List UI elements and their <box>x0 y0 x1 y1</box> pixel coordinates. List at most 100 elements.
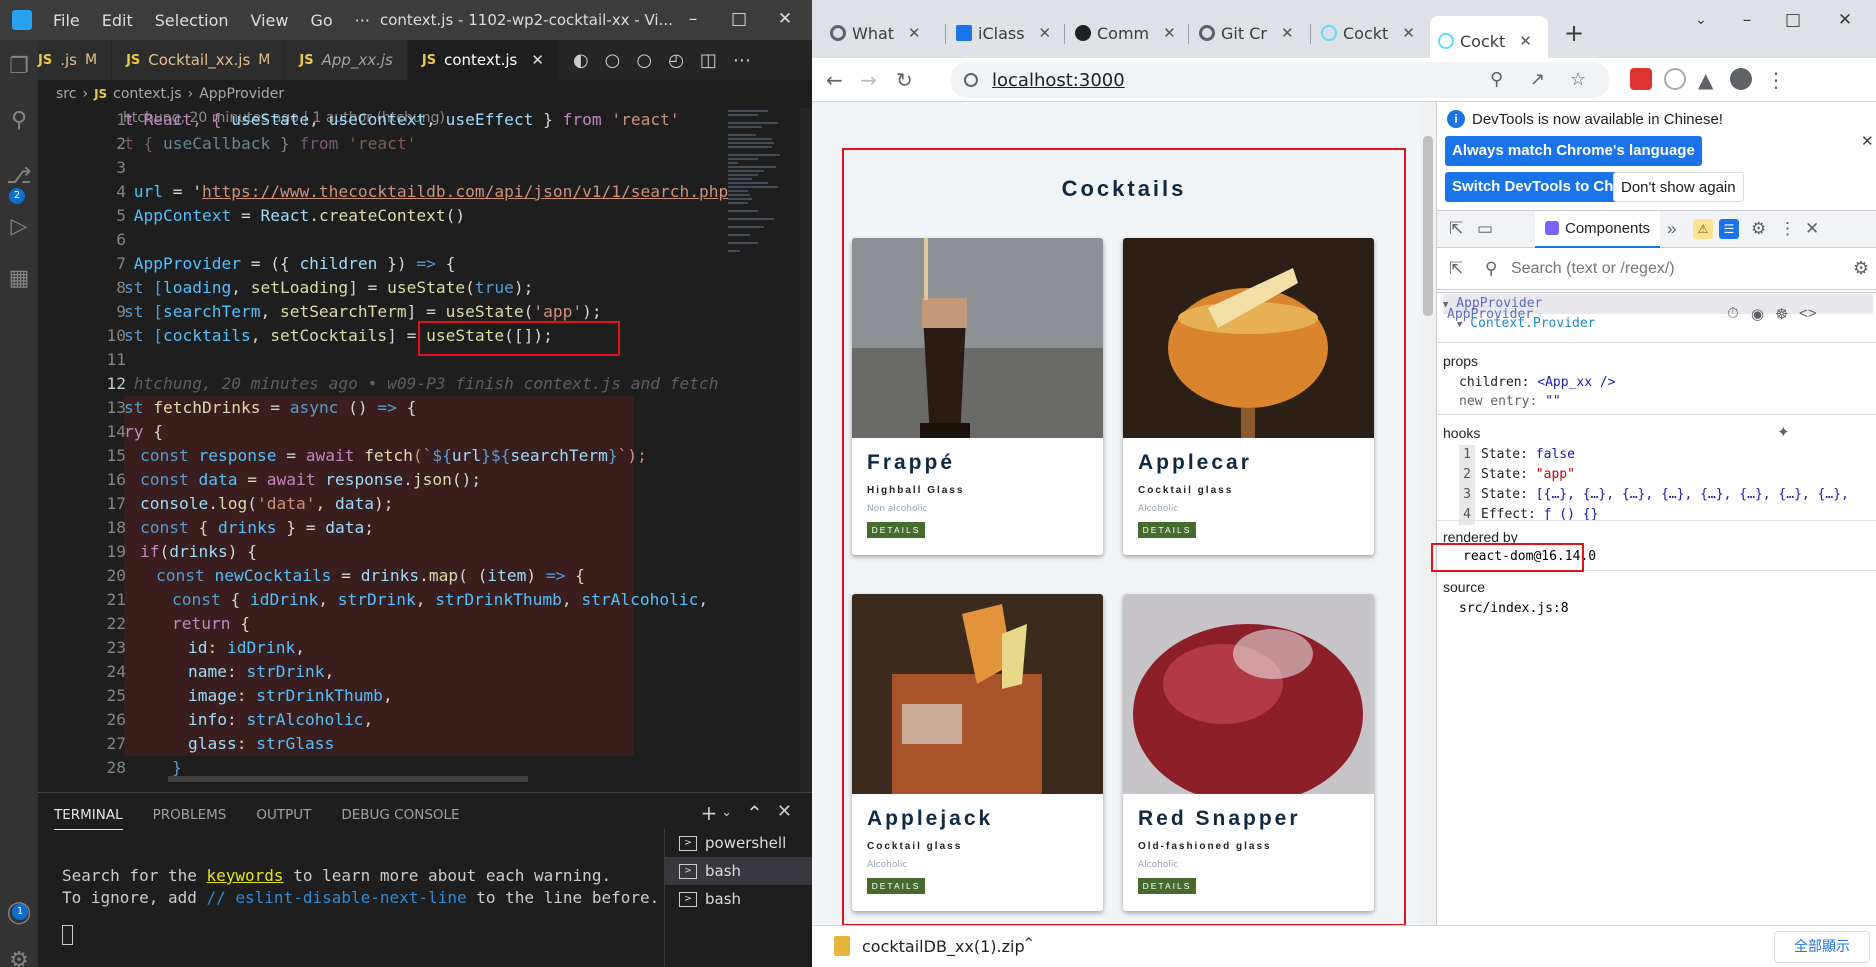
chrome-tab[interactable]: Cockt ✕ <box>1313 16 1415 50</box>
tab-close-icon[interactable]: ✕ <box>908 24 921 42</box>
code-editor[interactable]: 1 2 3 4 5 6 7 8 9 10 11 12 13 14 15 16 1… <box>38 110 728 792</box>
chrome-menu-icon[interactable]: ⋮ <box>1766 68 1786 92</box>
parse-hooks-wand-icon[interactable]: ✦ <box>1777 423 1790 441</box>
forward-icon[interactable]: → <box>860 68 877 92</box>
devtools-menu-icon[interactable]: ⋮ <box>1779 219 1796 239</box>
chevron-up-icon[interactable]: ⌃ <box>1022 934 1035 953</box>
match-language-button[interactable]: Always match Chrome's language <box>1445 136 1702 166</box>
tab-cocktail[interactable]: JS Cocktail_xx.js M <box>112 40 286 80</box>
source-value[interactable]: src/index.js:8 <box>1459 601 1569 616</box>
explorer-icon[interactable]: ❐ <box>0 48 38 86</box>
tab-close-icon[interactable]: ✕ <box>531 51 544 69</box>
search-icon[interactable]: ⚲ <box>0 102 38 140</box>
tab-components[interactable]: Components <box>1535 211 1661 248</box>
new-tab-button[interactable]: + <box>1564 16 1584 50</box>
menu-go[interactable]: Go <box>299 11 343 30</box>
new-prop-entry[interactable]: new entry: "" <box>1459 394 1561 409</box>
minimize-icon[interactable]: – <box>1724 0 1770 40</box>
tab-close-icon[interactable]: ✕ <box>1163 24 1176 42</box>
zoom-icon[interactable]: ⚲ <box>1490 69 1503 90</box>
download-filename[interactable]: cocktailDB_xx(1).zip <box>862 937 1025 956</box>
tab-context[interactable]: JS context.js ✕ <box>407 40 559 80</box>
breadcrumb-file[interactable]: context.js <box>113 86 181 102</box>
select-element-icon[interactable]: ⇱ <box>1449 259 1463 279</box>
bookmark-star-icon[interactable]: ☆ <box>1570 69 1586 90</box>
show-all-button[interactable]: 全部顯示 <box>1774 931 1870 963</box>
reload-icon[interactable]: ↻ <box>896 68 913 92</box>
chrome-tab[interactable]: iClass ✕ <box>948 16 1051 50</box>
tab-output[interactable]: OUTPUT <box>256 807 311 830</box>
component-search-input[interactable] <box>1511 256 1841 282</box>
details-button[interactable]: DETAILS <box>1138 522 1196 538</box>
details-button[interactable]: DETAILS <box>867 878 925 894</box>
tab-close-icon[interactable]: ✕ <box>1039 24 1052 42</box>
extension-icon[interactable] <box>1664 68 1686 90</box>
run-debug-icon[interactable]: ▷ <box>0 208 38 246</box>
menu-edit[interactable]: Edit <box>91 11 144 30</box>
tab-close-icon[interactable]: ✕ <box>1402 24 1415 42</box>
hook-row[interactable]: 2 State: "app" <box>1459 465 1575 485</box>
profile-avatar[interactable] <box>1730 68 1752 90</box>
manage-gear-icon[interactable]: ⚙ <box>0 942 38 967</box>
log-bug-icon[interactable]: ☸ <box>1775 305 1788 323</box>
minimize-icon[interactable]: – <box>670 0 716 40</box>
back-icon[interactable]: ← <box>826 68 843 92</box>
settings-gear-icon[interactable]: ⚙ <box>1751 219 1766 239</box>
scrollbar-thumb[interactable] <box>1423 136 1433 316</box>
menu-file[interactable]: File <box>42 11 91 30</box>
more-actions-icon[interactable]: ⋯ <box>733 50 751 71</box>
chrome-tab[interactable]: Git Cr ✕ <box>1191 16 1294 50</box>
terminal-bash-2[interactable]: > bash <box>665 885 812 913</box>
close-icon[interactable]: ✕ <box>1822 0 1868 40</box>
tab-close-icon[interactable]: ✕ <box>1281 24 1294 42</box>
suspend-icon[interactable]: ⏱ <box>1727 305 1739 322</box>
chrome-tab[interactable]: Comm ✕ <box>1067 16 1176 50</box>
menu-selection[interactable]: Selection <box>144 11 240 30</box>
extensions-icon[interactable]: ▦ <box>0 260 38 298</box>
chrome-tab[interactable]: What ✕ <box>822 16 921 50</box>
tab-terminal[interactable]: TERMINAL <box>54 807 123 830</box>
horizontal-scrollbar[interactable] <box>168 776 528 782</box>
device-toolbar-icon[interactable]: ▭ <box>1477 219 1493 239</box>
close-icon[interactable]: ✕ <box>762 0 808 40</box>
terminal-link-keywords[interactable]: keywords <box>207 866 284 885</box>
editor-scrollbar[interactable] <box>800 108 812 792</box>
minimap[interactable] <box>728 108 798 268</box>
terminal-powershell[interactable]: > powershell <box>665 829 812 857</box>
extension-icon[interactable] <box>1630 68 1652 90</box>
breadcrumb-symbol[interactable]: AppProvider <box>199 86 284 102</box>
maximize-panel-icon[interactable]: ⌃ <box>746 801 763 825</box>
hook-row[interactable]: 1 State: false <box>1459 445 1575 465</box>
git-compare-icon[interactable]: ◐ <box>573 50 589 71</box>
menu-view[interactable]: View <box>240 11 300 30</box>
warning-icon[interactable]: ⚠ <box>1693 219 1713 239</box>
settings-gear-icon[interactable]: ⚙ <box>1853 258 1869 279</box>
tab-problems[interactable]: PROBLEMS <box>153 807 227 830</box>
share-icon[interactable]: ↗ <box>1530 69 1545 90</box>
new-terminal-icon[interactable]: + <box>700 801 717 825</box>
details-button[interactable]: DETAILS <box>867 522 925 538</box>
close-banner-icon[interactable]: ✕ <box>1861 132 1874 150</box>
prop-row[interactable]: children: <App_xx /> <box>1459 375 1616 390</box>
dont-show-again-button[interactable]: Don't show again <box>1613 172 1744 202</box>
menu-more[interactable]: ··· <box>344 11 381 30</box>
tab-close-icon[interactable]: ✕ <box>1519 32 1532 50</box>
details-button[interactable]: DETAILS <box>1138 878 1196 894</box>
split-editor-icon[interactable]: ◫ <box>700 50 717 71</box>
page-scrollbar[interactable] <box>1420 102 1436 925</box>
terminal-bash-1[interactable]: > bash <box>665 857 812 885</box>
timeline-icon[interactable]: ◴ <box>668 50 684 71</box>
maximize-icon[interactable]: □ <box>716 0 762 40</box>
git-next-icon[interactable]: ○ <box>636 50 652 71</box>
inspect-element-icon[interactable]: ⇱ <box>1449 219 1463 239</box>
hook-row[interactable]: 3 State: [{…}, {…}, {…}, {…}, {…}, {…}, {… <box>1459 485 1849 505</box>
issues-icon[interactable]: ☰ <box>1719 219 1739 239</box>
chevron-down-icon[interactable]: ⌄ <box>721 805 732 825</box>
close-devtools-icon[interactable]: ✕ <box>1805 219 1819 239</box>
breadcrumb-src[interactable]: src <box>56 86 76 102</box>
more-tabs-icon[interactable]: » <box>1667 219 1676 239</box>
git-prev-icon[interactable]: ○ <box>605 50 621 71</box>
site-info-icon[interactable] <box>964 73 978 87</box>
terminal-output[interactable]: Search for the keywords to learn more ab… <box>62 865 659 909</box>
address-bar[interactable]: localhost:3000 ⚲ ↗ ☆ <box>950 62 1610 98</box>
